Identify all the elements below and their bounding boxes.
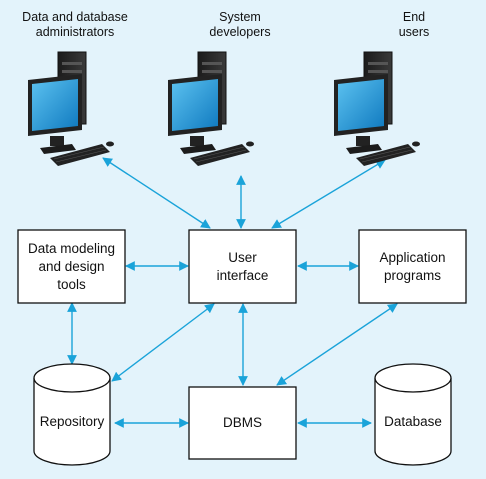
- database-label: Database: [384, 414, 442, 429]
- user-group-label-line2: users: [398, 25, 430, 39]
- application-programs-label-line1: Application: [379, 249, 446, 265]
- data-modeling-label: Data modeling and design tools: [18, 230, 125, 303]
- user-group-label: System developers: [170, 10, 310, 40]
- dbms-label: DBMS: [222, 415, 262, 430]
- user-group-label-line2: developers: [209, 25, 271, 39]
- computer-workstation-icon: [168, 51, 254, 166]
- user-group-label-line1: End: [402, 10, 426, 24]
- data-modeling-label-line1: Data modeling: [27, 240, 116, 256]
- user-interface-label-line1: User: [228, 249, 257, 265]
- repository-label: Repository: [39, 414, 105, 429]
- arrow-ui-repository: [111, 303, 215, 382]
- dbms-environment-diagram: Data and database administrators System …: [0, 0, 486, 479]
- arrow-admins-ui: [102, 157, 211, 229]
- user-group-label: End users: [354, 10, 474, 40]
- application-programs-label: Application programs: [359, 230, 466, 303]
- user-group-label: Data and database administrators: [0, 10, 150, 40]
- data-modeling-label-line2: and design: [38, 258, 105, 274]
- computer-workstation-icon: [334, 51, 420, 166]
- computer-workstation-icon: [28, 51, 114, 166]
- user-group-label-line1: Data and database: [22, 10, 128, 24]
- user-interface-label: User interface: [189, 230, 296, 303]
- user-group-label-line2: administrators: [35, 25, 115, 39]
- application-programs-label-line2: programs: [383, 267, 441, 283]
- user-interface-label-line2: interface: [216, 267, 269, 283]
- arrow-endusers-ui: [271, 159, 386, 229]
- user-group-label-line1: System: [219, 10, 261, 24]
- data-modeling-label-line3: tools: [57, 276, 86, 292]
